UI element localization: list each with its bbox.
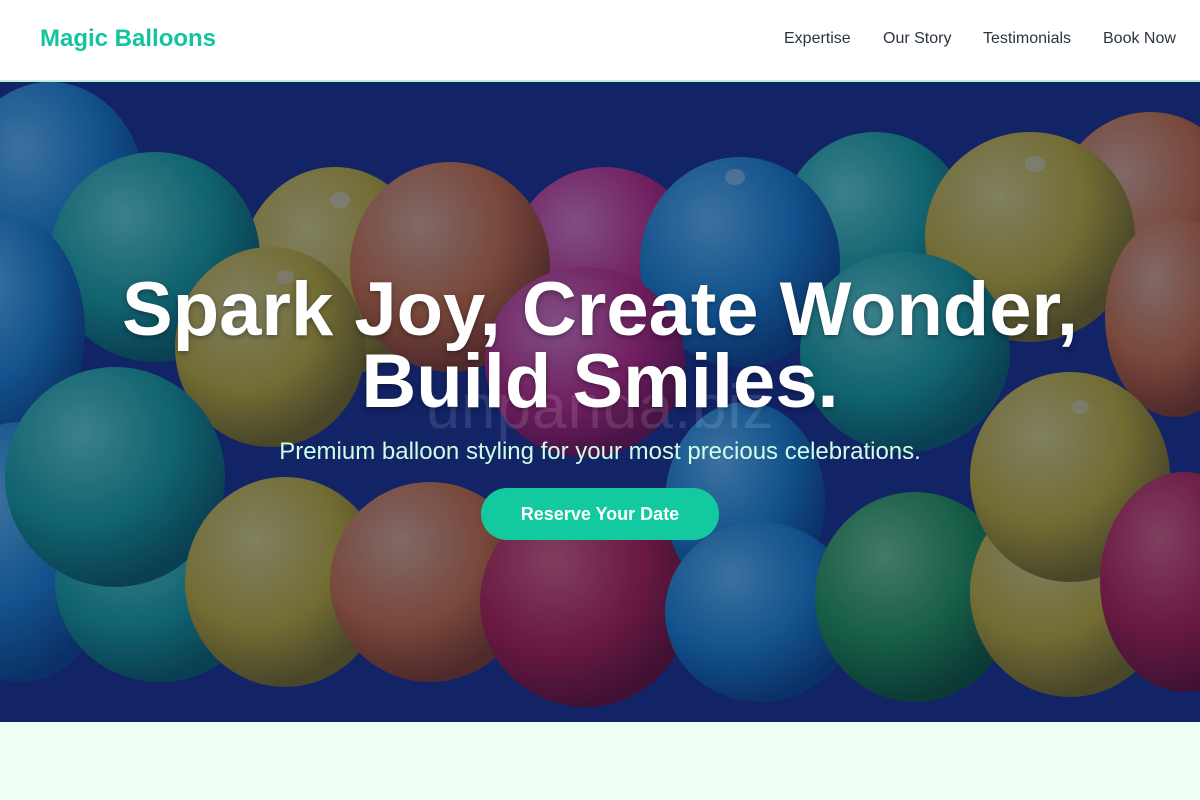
hero-section: unpanda.biz Spark Joy, Create Wonder, Bu… <box>0 82 1200 722</box>
nav-link-testimonials[interactable]: Testimonials <box>983 30 1071 48</box>
next-section <box>0 722 1200 800</box>
nav-link-book-now[interactable]: Book Now <box>1103 30 1176 48</box>
nav-link-expertise[interactable]: Expertise <box>784 30 851 48</box>
reserve-date-button[interactable]: Reserve Your Date <box>481 488 719 540</box>
hero-title: Spark Joy, Create Wonder, Build Smiles. <box>122 267 1078 424</box>
main-nav: Expertise Our Story Testimonials Book No… <box>0 30 1200 52</box>
site-header: Magic Balloons Expertise Our Story Testi… <box>0 0 1200 82</box>
hero-subtitle: Premium balloon styling for your most pr… <box>279 438 921 465</box>
nav-link-our-story[interactable]: Our Story <box>883 30 951 48</box>
